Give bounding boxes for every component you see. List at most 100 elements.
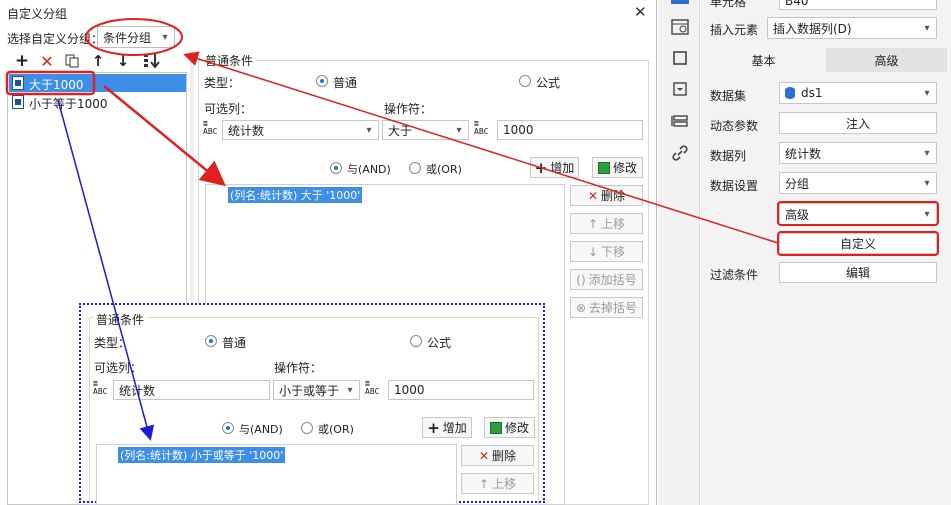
dataset-select[interactable]: ds1 ▾	[779, 82, 937, 104]
radio-and[interactable]	[330, 162, 342, 174]
group-select[interactable]: 条件分组 ▾	[97, 26, 175, 48]
file-icon	[12, 95, 24, 109]
zoom-radio-or[interactable]	[301, 422, 313, 434]
zoom-delete-button-label: 删除	[492, 449, 517, 463]
chevron-down-icon: ▾	[924, 22, 930, 34]
zoom-radio-normal-label: 普通	[222, 336, 247, 350]
radio-and-label: 与(AND)	[347, 163, 391, 176]
dialog-title: 自定义分组	[7, 7, 68, 21]
abc-type-icon[interactable]: ≣ ABC	[474, 120, 488, 136]
edit-button[interactable]: 编辑	[779, 262, 937, 283]
dataset-value: ds1	[801, 86, 823, 100]
zoom-operator-label: 操作符：	[274, 361, 323, 375]
zoom-condition-list[interactable]: (列名:统计数) 小于或等于 '1000'	[96, 444, 457, 505]
remove-paren-button-label: 去掉括号	[589, 301, 638, 315]
tab-advanced-label: 高级	[874, 53, 899, 68]
delete-button[interactable]: ✕ 删除	[570, 185, 643, 206]
tab-basic-label: 基本	[751, 53, 776, 68]
close-icon[interactable]: ✕	[634, 3, 647, 21]
widget-settings-icon[interactable]	[671, 19, 689, 35]
zoom-overlay: 普通条件 类型： 普通 公式 可选列： 操作符： ≣ ABC 统计数 小于或等于 …	[79, 303, 545, 505]
arrow-up-icon: ↑	[587, 216, 599, 231]
radio-formula[interactable]	[519, 75, 531, 87]
radio-normal-label: 普通	[333, 76, 358, 90]
chevron-down-icon: ▾	[924, 177, 930, 189]
add-icon[interactable]: +	[14, 51, 30, 71]
dataset-label: 数据集	[710, 89, 747, 103]
data-column-label: 数据列	[710, 149, 747, 163]
link-icon[interactable]	[671, 145, 689, 161]
data-column-value: 统计数	[785, 146, 822, 161]
modify-icon	[489, 421, 502, 434]
add-button[interactable]: + 增加	[530, 157, 579, 178]
abc-type-icon[interactable]: ≣ ABC	[365, 380, 379, 396]
data-column-select[interactable]: 统计数 ▾	[779, 142, 937, 164]
radio-normal[interactable]	[316, 75, 328, 87]
zoom-delete-button[interactable]: ✕ 删除	[461, 445, 534, 466]
zoom-move-up-button[interactable]: ↑ 上移	[461, 473, 534, 494]
operator-select[interactable]: 大于 ▾	[382, 120, 469, 140]
group-mode-value: 高级	[785, 207, 810, 222]
zoom-condition-list-item[interactable]: (列名:统计数) 小于或等于 '1000'	[118, 447, 286, 463]
cell-attribute-icon[interactable]	[671, 0, 689, 4]
delete-icon: ✕	[478, 448, 490, 463]
value-input[interactable]: 1000	[497, 120, 643, 140]
modify-button[interactable]: 修改	[592, 157, 643, 178]
chevron-down-icon: ▾	[924, 147, 930, 159]
layout-icon[interactable]	[671, 113, 689, 129]
copy-icon[interactable]	[64, 52, 80, 70]
zoom-radio-and[interactable]	[222, 422, 234, 434]
move-down-button[interactable]: ↓ 下移	[570, 241, 643, 262]
zoom-value-input[interactable]: 1000	[388, 380, 534, 400]
move-up-icon[interactable]: ↑	[90, 52, 106, 70]
zoom-add-button[interactable]: + 增加	[422, 417, 472, 438]
tree-toolbar: + ✕ ↑ ↓	[12, 51, 172, 72]
group-mode-select[interactable]: 高级 ▾	[779, 203, 937, 225]
zoom-radio-formula[interactable]	[410, 335, 422, 347]
zoom-radio-formula-label: 公式	[427, 336, 452, 350]
data-setting-select[interactable]: 分组 ▾	[779, 172, 937, 194]
plus-icon: +	[534, 158, 548, 177]
zoom-operator-select-value: 小于或等于	[279, 383, 340, 398]
data-setting-value: 分组	[785, 176, 810, 191]
inject-button[interactable]: 注入	[779, 112, 937, 134]
zoom-radio-normal[interactable]	[205, 335, 217, 347]
arrow-up-icon: ↑	[478, 476, 490, 491]
move-down-icon[interactable]: ↓	[115, 52, 131, 70]
condition-list-item[interactable]: (列名:统计数) 大于 '1000'	[228, 187, 363, 203]
delete-button-label: 删除	[601, 189, 626, 203]
inject-button-label: 注入	[845, 116, 870, 131]
zoom-radio-or-label: 或(OR)	[318, 423, 354, 436]
chevron-down-icon: ▾	[924, 87, 930, 99]
condition-icon[interactable]	[671, 81, 689, 97]
zoom-column-select[interactable]: 统计数	[113, 380, 270, 400]
zoom-radio-and-label: 与(AND)	[239, 423, 283, 436]
remove-paren-button[interactable]: ⊗ 去掉括号	[570, 297, 643, 318]
tree-item[interactable]: 小于等于1000	[9, 93, 186, 111]
abc-type-icon[interactable]: ≣ ABC	[93, 380, 107, 396]
move-up-button[interactable]: ↑ 上移	[570, 213, 643, 234]
radio-or[interactable]	[409, 162, 421, 174]
abc-type-icon[interactable]: ≣ ABC	[203, 120, 217, 136]
zoom-modify-button-label: 修改	[504, 421, 529, 435]
group-select-label: 选择自定义分组：	[7, 32, 104, 46]
insert-element-select[interactable]: 插入数据列(D) ▾	[767, 17, 937, 39]
column-select-value: 统计数	[228, 123, 265, 138]
file-icon	[12, 76, 24, 90]
tab-basic[interactable]: 基本	[701, 48, 826, 72]
zoom-modify-button[interactable]: 修改	[484, 417, 535, 438]
add-button-label: 增加	[550, 161, 575, 175]
column-select[interactable]: 统计数 ▾	[222, 120, 379, 140]
zoom-operator-select[interactable]: 小于或等于 ▾	[273, 380, 360, 400]
tree-item-selected[interactable]: 大于1000	[9, 74, 186, 92]
plus-icon: +	[427, 418, 440, 437]
sort-icon[interactable]	[142, 52, 162, 70]
square-icon[interactable]	[671, 50, 689, 66]
custom-button[interactable]: 自定义	[779, 233, 937, 254]
filter-condition-label: 过滤条件	[710, 268, 759, 282]
modify-icon	[597, 161, 610, 174]
value-input-text: 1000	[503, 123, 534, 137]
tab-advanced[interactable]: 高级	[826, 48, 947, 72]
delete-icon[interactable]: ✕	[39, 52, 55, 71]
add-paren-button[interactable]: () 添加括号	[570, 269, 643, 290]
